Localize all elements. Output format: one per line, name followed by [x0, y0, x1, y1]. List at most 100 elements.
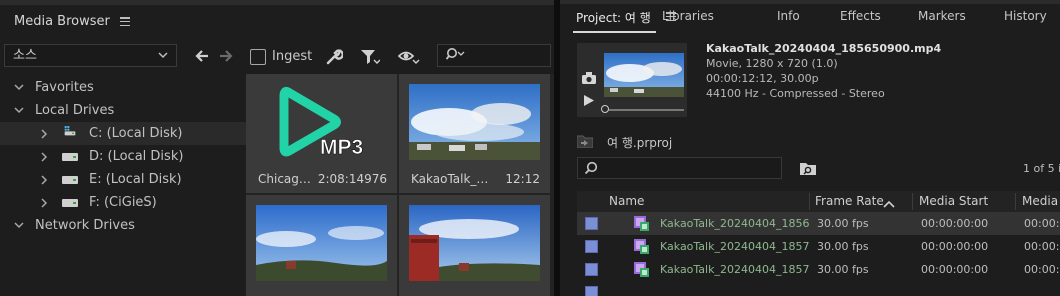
ingest-checkbox[interactable] — [250, 49, 266, 65]
tree-item-local-drives[interactable]: Local Drives — [0, 99, 246, 122]
source-dropdown[interactable]: 소스 — [4, 44, 177, 67]
project-panel: Project: 여 행 Libraries Info Effects Mark… — [560, 0, 1060, 296]
media-browser-panel: Media Browser 소스 Ingest Favorites Local … — [0, 0, 554, 296]
table-row[interactable]: KakaoTalk_20240404_1857 30.00 fps 00:00:… — [577, 235, 1060, 258]
media-tile-duration: 2:08:14976 — [317, 172, 387, 186]
media-tile-name: KakaoTalk_… — [411, 172, 489, 186]
label-color-swatch[interactable] — [585, 263, 598, 276]
tree-label-network-drives: Network Drives — [35, 218, 135, 233]
view-eye-icon[interactable] — [397, 48, 420, 69]
clip-frame-rate: 30.00 fps — [817, 263, 869, 276]
chevron-down-icon — [158, 45, 168, 73]
source-dropdown-value: 소스 — [13, 48, 37, 63]
tree-item-drive-e[interactable]: E: (Local Disk) — [0, 168, 246, 191]
back-arrow-icon[interactable] — [194, 48, 210, 67]
video-clip-icon — [634, 239, 649, 254]
tree-label-local-drives: Local Drives — [35, 103, 115, 118]
column-header-frame-rate[interactable]: Frame Rate — [815, 194, 884, 208]
video-thumbnail — [409, 205, 540, 281]
project-search-input[interactable] — [577, 157, 782, 179]
tree-item-drive-f[interactable]: F: (CiGieS) — [0, 191, 246, 214]
video-clip-icon — [634, 216, 649, 231]
media-browser-title: Media Browser — [14, 14, 110, 29]
sort-ascending-icon[interactable] — [883, 197, 895, 211]
clip-audio: 44100 Hz - Compressed - Stereo — [706, 87, 885, 100]
video-clip-icon — [634, 262, 649, 277]
column-divider[interactable] — [809, 193, 810, 210]
tab-info[interactable]: Info — [777, 9, 800, 23]
preview-scrub-handle[interactable] — [601, 105, 609, 113]
label-color-swatch[interactable] — [585, 217, 598, 230]
table-row[interactable]: KakaoTalk_20240404_1856 30.00 fps 00:00:… — [577, 212, 1060, 235]
table-row[interactable] — [577, 281, 1060, 296]
clip-name: KakaoTalk_20240404_1856 — [660, 217, 810, 230]
clip-name: KakaoTalk_20240404_1857 — [660, 240, 810, 253]
tab-libraries[interactable]: Libraries — [662, 9, 714, 23]
panel-menu-icon[interactable] — [119, 17, 130, 26]
clip-filename: KakaoTalk_20240404_185650900.mp4 — [706, 42, 942, 55]
project-tab-bar: Project: 여 행 Libraries Info Effects Mark… — [560, 4, 1060, 33]
tree-item-favorites[interactable]: Favorites — [0, 76, 246, 99]
column-divider[interactable] — [912, 193, 913, 210]
new-search-bin-icon[interactable] — [800, 161, 816, 178]
tree-label-drive-e: E: (Local Disk) — [89, 172, 182, 187]
clip-media-start: 00:00:00:00 — [921, 240, 989, 253]
ingest-label: Ingest — [272, 49, 313, 64]
clip-duration: 00:00:12:12, 30.00p — [706, 72, 819, 85]
column-divider[interactable] — [1015, 193, 1016, 210]
label-color-swatch[interactable] — [585, 286, 598, 296]
project-folder-icon — [576, 134, 594, 151]
column-header-media-start[interactable]: Media Start — [919, 194, 988, 208]
search-icon — [584, 161, 598, 178]
camera-icon[interactable] — [582, 72, 596, 87]
media-browser-header: Media Browser — [0, 5, 554, 38]
chevron-down-icon — [14, 214, 24, 245]
active-tab-indicator — [573, 31, 656, 33]
table-row[interactable]: KakaoTalk_20240404_1857 30.00 fps 00:00:… — [577, 258, 1060, 281]
column-header-name[interactable]: Name — [609, 194, 644, 208]
windows-disk-icon — [64, 126, 76, 136]
filter-icon[interactable] — [360, 48, 381, 69]
clip-info: KakaoTalk_20240404_185650900.mp4 Movie, … — [706, 41, 941, 101]
clip-media-end: 00:00:1 — [1024, 240, 1060, 253]
preview-scrub-bar[interactable] — [604, 109, 684, 111]
media-tile-mp3[interactable]: MP3 Chicag… 2:08:14976 — [246, 74, 397, 193]
media-tile-video[interactable] — [399, 195, 550, 296]
clip-media-start: 00:00:00:00 — [921, 263, 989, 276]
disk-icon — [62, 153, 78, 161]
tab-effects[interactable]: Effects — [840, 9, 881, 23]
media-browser-toolbar: 소스 Ingest — [0, 40, 554, 74]
clip-name: KakaoTalk_20240404_1857 — [660, 263, 810, 276]
media-thumbnail-grid: MP3 Chicag… 2:08:14976 KakaoTalk_… 12:12 — [246, 74, 554, 296]
drive-tree: Favorites Local Drives C: (Local Disk) D… — [0, 74, 246, 296]
tree-item-drive-c[interactable]: C: (Local Disk) — [0, 122, 246, 145]
preview-thumbnail — [604, 53, 684, 97]
project-file-name: 여 행.prproj — [607, 136, 673, 150]
item-count: 1 of 5 it — [1023, 162, 1060, 175]
clip-preview — [577, 43, 687, 117]
media-search-input[interactable] — [437, 44, 551, 67]
media-tile-name: Chicag… — [258, 172, 311, 186]
tab-markers[interactable]: Markers — [918, 9, 966, 23]
video-thumbnail — [256, 205, 387, 281]
media-tile-duration: 12:12 — [505, 172, 540, 186]
tree-item-network-drives[interactable]: Network Drives — [0, 214, 246, 237]
media-tile-video[interactable] — [246, 195, 397, 296]
forward-arrow-icon[interactable] — [218, 48, 234, 67]
label-color-swatch[interactable] — [585, 240, 598, 253]
disk-icon — [62, 199, 78, 207]
tree-label-drive-f: F: (CiGieS) — [89, 195, 157, 210]
tab-project[interactable]: Project: 여 행 — [576, 9, 651, 26]
column-header-media-end[interactable]: Media E — [1022, 194, 1060, 208]
mp3-play-icon: MP3 — [279, 87, 363, 159]
wrench-icon[interactable] — [325, 48, 344, 69]
tab-history[interactable]: History — [1004, 9, 1047, 23]
play-icon[interactable] — [584, 95, 594, 109]
tree-item-drive-d[interactable]: D: (Local Disk) — [0, 145, 246, 168]
clip-frame-rate: 30.00 fps — [817, 240, 869, 253]
clip-media-start: 00:00:00:00 — [921, 217, 989, 230]
tree-label-favorites: Favorites — [35, 80, 94, 95]
disk-icon — [62, 176, 78, 184]
media-tile-video[interactable]: KakaoTalk_… 12:12 — [399, 74, 550, 193]
search-icon — [445, 47, 468, 66]
